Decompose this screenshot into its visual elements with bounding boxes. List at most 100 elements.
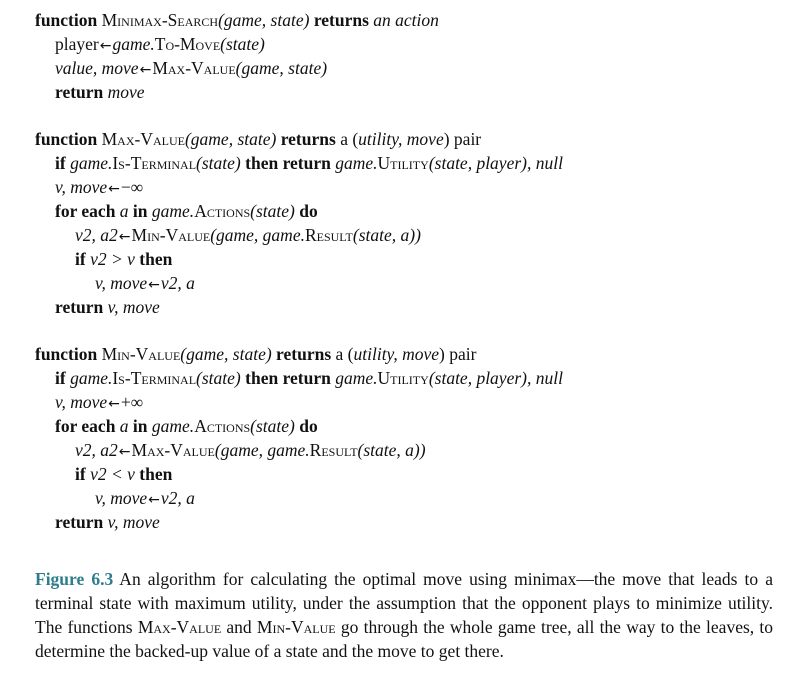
max-value-block: function Max-Value(game, state) returns … [35,127,563,319]
keyword-if: if [55,153,66,173]
args: (game, state) [235,58,328,78]
lhs: v, move [55,392,108,412]
caption-max-value: Max-Value [137,617,222,637]
function-name: Minimax-Search [101,10,219,30]
keyword-then-return: then return [245,368,331,388]
return-value: v, move [107,512,160,532]
lhs: v2, a2 [75,440,118,460]
call-name: Max-Value [131,440,215,460]
keyword-function: function [35,129,98,149]
min-value-block: function Min-Value(game, state) returns … [35,342,563,534]
keyword-function: function [35,344,98,364]
call-name: Min-Value [131,225,211,245]
args: (game, game. [214,440,310,460]
keyword-if: if [75,249,86,269]
args: (state, player), null [428,368,563,388]
min-return: return v, move [35,510,563,534]
params: (game, state) [184,129,277,149]
keyword-in: in [132,416,148,436]
assign-arrow-icon: ← [108,181,120,197]
search-header: function Minimax-Search(game, state) ret… [35,8,439,32]
init-value: +∞ [120,392,144,412]
init-value: −∞ [120,177,144,197]
call-name: Utility [377,153,429,173]
return-value: move [107,82,145,102]
assign-arrow-icon: ← [148,492,160,508]
keyword-for-each: for each [55,201,116,221]
args: (state) [250,201,295,221]
keyword-do: do [299,201,318,221]
caption-min-value: Min-Value [256,617,336,637]
min-if-compare: if v2 < v then [35,462,563,486]
call-name: Result [304,225,353,245]
returns-suffix: ) pair [443,129,482,149]
keyword-if: if [55,368,66,388]
lhs: v2, a2 [75,225,118,245]
search-line-1: player←game.To-Move(state) [35,32,439,56]
keyword-then: then [139,249,173,269]
call-name: Actions [194,201,251,221]
keyword-return: return [55,297,104,317]
args: (state, player), null [428,153,563,173]
caption-and: and [221,617,257,637]
function-name: Min-Value [101,344,181,364]
returns-text: a ( [340,129,359,149]
assign-arrow-icon: ← [108,396,120,412]
max-if-terminal: if game.Is-Terminal(state) then return g… [35,151,563,175]
min-update: v, move←v2, a [35,486,563,510]
min-for-each: for each a in game.Actions(state) do [35,414,563,438]
keyword-do: do [299,416,318,436]
call-name: Is-Terminal [112,153,197,173]
max-if-compare: if v2 > v then [35,247,563,271]
call-name: Actions [194,416,251,436]
game-ref: game. [151,416,195,436]
condition: v2 < v [90,464,135,484]
lhs: value, move [55,58,139,78]
game-ref: game. [335,153,378,173]
keyword-function: function [35,10,98,30]
loop-var: a [119,416,129,436]
lhs: v, move [55,177,108,197]
args: (state, a)) [357,440,426,460]
lhs: player [55,34,99,54]
assign-arrow-icon: ← [139,62,152,78]
args: (state) [196,368,241,388]
rhs: v2, a [160,488,195,508]
call-name: Max-Value [152,58,236,78]
args: (state) [196,153,241,173]
keyword-returns: returns [313,10,369,30]
keyword-returns: returns [280,129,336,149]
max-update: v, move←v2, a [35,271,563,295]
loop-var: a [119,201,129,221]
call-name: Utility [377,368,429,388]
keyword-then-return: then return [245,153,331,173]
keyword-return: return [55,82,104,102]
returns-text: an action [373,10,439,30]
condition: v2 > v [90,249,135,269]
params: (game, state) [180,344,272,364]
assign-arrow-icon: ← [148,277,160,293]
game-ref: game. [151,201,195,221]
keyword-returns: returns [276,344,332,364]
keyword-return: return [55,512,104,532]
return-value: v, move [107,297,160,317]
returns-type: utility, move [353,344,440,364]
call-name: To-Move [154,34,221,54]
returns-type: utility, move [358,129,444,149]
max-init: v, move←−∞ [35,175,563,199]
max-return: return v, move [35,295,563,319]
args: (state) [250,416,295,436]
args: (game, game. [210,225,305,245]
rhs: v2, a [160,273,195,293]
assign-arrow-icon: ← [99,38,112,54]
keyword-if: if [75,464,86,484]
args: (state, a)) [352,225,421,245]
max-assign: v2, a2←Min-Value(game, game.Result(state… [35,223,563,247]
figure-label: Figure 6.3 [35,569,114,589]
keyword-in: in [132,201,148,221]
search-line-2: value, move←Max-Value(game, state) [35,56,439,80]
function-name: Max-Value [101,129,185,149]
game-ref: game. [112,34,155,54]
lhs: v, move [95,488,148,508]
min-if-terminal: if game.Is-Terminal(state) then return g… [35,366,563,390]
